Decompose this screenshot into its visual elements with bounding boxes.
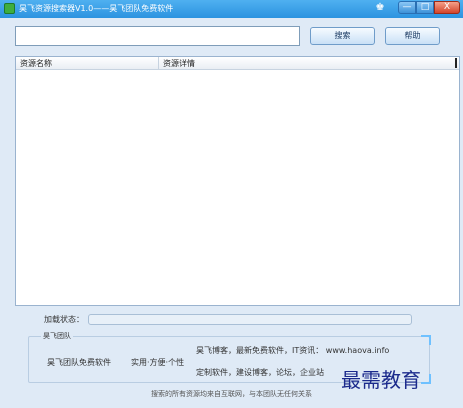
title-bar[interactable]: 昊飞资源搜索器V1.0——昊飞团队免费软件 ♚ — □ X <box>0 0 463 18</box>
watermark-logo: 最需教育 <box>341 368 421 392</box>
column-resource-name[interactable]: 资源名称 <box>20 58 52 69</box>
window-controls: — □ X <box>398 1 460 15</box>
close-button[interactable]: X <box>434 1 460 14</box>
shirt-icon[interactable]: ♚ <box>374 2 386 14</box>
team-free-software-text: 昊飞团队免费软件 <box>47 358 111 367</box>
status-row: 加载状态： <box>0 312 463 328</box>
window-title: 昊飞资源搜索器V1.0——昊飞团队免费软件 <box>19 4 174 13</box>
maximize-button[interactable]: □ <box>416 1 434 14</box>
resource-list[interactable]: 资源名称 资源详情 <box>15 56 460 306</box>
minimize-button[interactable]: — <box>398 1 416 14</box>
list-header: 资源名称 资源详情 <box>16 57 459 70</box>
slogan-text: 实用·方便·个性 <box>131 358 185 367</box>
header-edge-marker <box>455 58 457 68</box>
search-area: 搜索 帮助 <box>0 18 463 56</box>
search-button[interactable]: 搜索 <box>310 27 375 45</box>
group-corner-accent <box>421 374 431 384</box>
column-divider[interactable] <box>158 57 159 69</box>
help-button[interactable]: 帮助 <box>385 27 440 45</box>
app-icon <box>4 3 15 14</box>
search-input[interactable] <box>15 26 300 46</box>
group-legend: 昊飞团队 <box>41 331 73 341</box>
load-status-label: 加载状态： <box>44 315 84 324</box>
app-window: 昊飞资源搜索器V1.0——昊飞团队免费软件 ♚ — □ X 搜索 帮助 资源名称… <box>0 0 463 408</box>
load-progress-bar <box>88 314 412 325</box>
column-resource-detail[interactable]: 资源详情 <box>163 58 195 69</box>
blog-link-text[interactable]: 昊飞博客，最新免费软件，IT资讯： www.haova.info <box>196 345 389 356</box>
custom-service-text: 定制软件，建设博客，论坛，企业站 <box>196 368 324 377</box>
group-corner-accent <box>421 335 431 345</box>
